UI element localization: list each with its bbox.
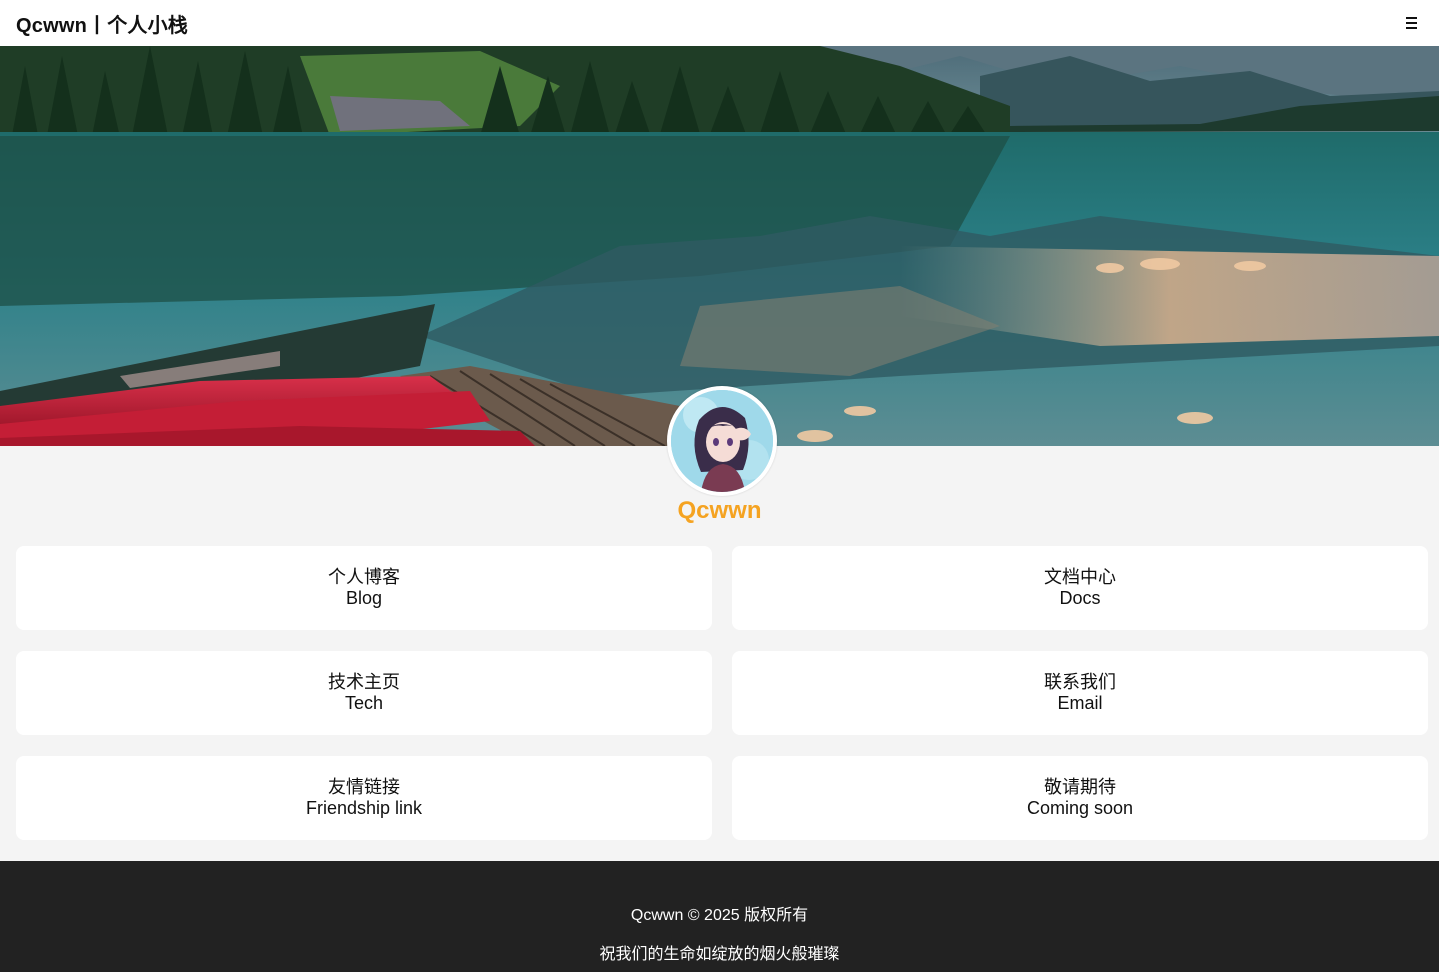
card-title-en: Email	[1057, 693, 1103, 713]
top-nav-bar: Qcwwn丨个人小栈	[0, 0, 1439, 46]
card-tech[interactable]: 技术主页 Tech	[16, 651, 712, 735]
card-email[interactable]: 联系我们 Email	[732, 651, 1428, 735]
card-blog[interactable]: 个人博客 Blog	[16, 546, 712, 630]
card-title-zh: 技术主页	[328, 672, 400, 693]
nav-card-grid: 个人博客 Blog 文档中心 Docs 技术主页 Tech 联系我们 Email…	[16, 546, 1428, 840]
card-title-en: Blog	[345, 588, 383, 608]
card-title-en: Tech	[344, 693, 384, 713]
card-coming-soon[interactable]: 敬请期待 Coming soon	[732, 756, 1428, 840]
page-footer: Qcwwn © 2025 版权所有 祝我们的生命如绽放的烟火般璀璨	[0, 861, 1439, 972]
card-title-zh: 个人博客	[328, 567, 400, 588]
card-title-en: Coming soon	[1026, 798, 1134, 818]
card-title-zh: 友情链接	[328, 777, 400, 798]
footer-copyright: Qcwwn © 2025 版权所有	[630, 907, 809, 924]
card-title-zh: 文档中心	[1044, 567, 1116, 588]
card-title-en: Friendship link	[305, 798, 423, 818]
card-title-zh: 联系我们	[1044, 672, 1116, 693]
card-title-en: Docs	[1059, 588, 1101, 608]
footer-motto: 祝我们的生命如绽放的烟火般璀璨	[599, 944, 840, 963]
site-title[interactable]: Qcwwn丨个人小栈	[16, 9, 188, 38]
card-friendship-link[interactable]: 友情链接 Friendship link	[16, 756, 712, 840]
card-title-zh: 敬请期待	[1044, 777, 1116, 798]
hamburger-menu-icon[interactable]	[1403, 14, 1421, 32]
card-docs[interactable]: 文档中心 Docs	[732, 546, 1428, 630]
avatar[interactable]	[667, 386, 777, 496]
profile-name: Qcwwn	[677, 497, 762, 524]
